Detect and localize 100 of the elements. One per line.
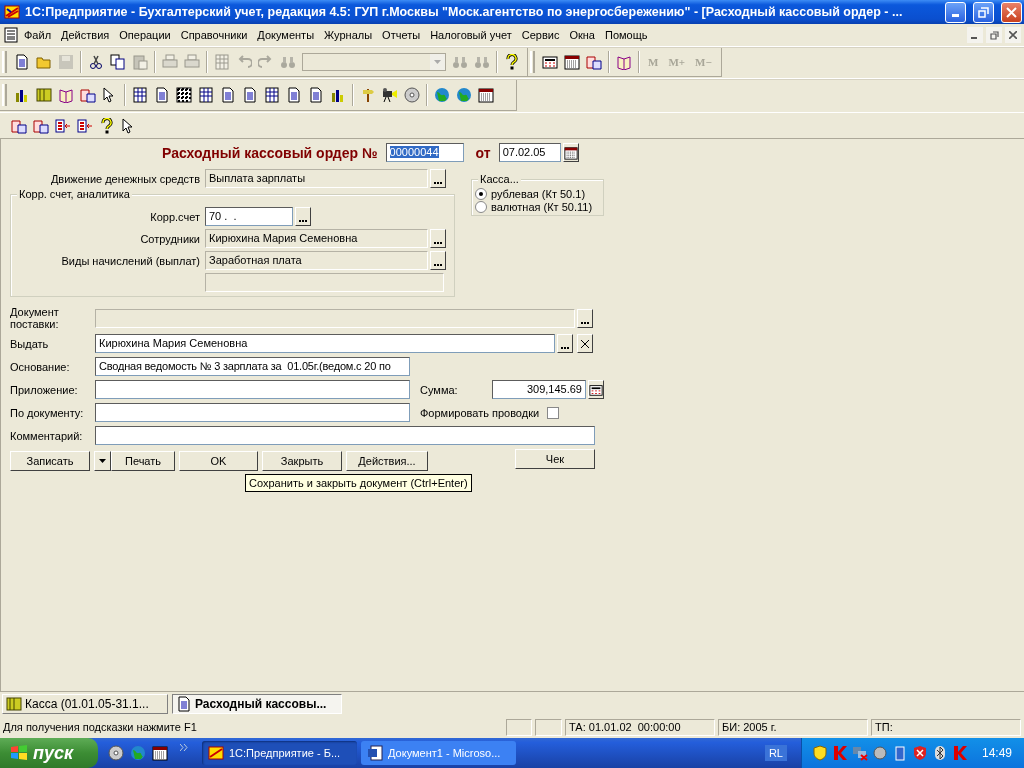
calculator-button[interactable] — [588, 380, 604, 399]
table-icon[interactable] — [264, 87, 280, 103]
document-icon[interactable] — [11, 117, 27, 134]
browser-icon[interactable] — [130, 745, 146, 761]
radio-button[interactable] — [475, 201, 487, 213]
menu-item[interactable]: Окна — [564, 27, 600, 43]
table-icon[interactable] — [198, 87, 214, 103]
menu-item[interactable]: Файл — [19, 27, 57, 43]
menu-item[interactable]: Документы — [252, 27, 320, 43]
cross-icon — [581, 339, 589, 348]
new-document-icon[interactable] — [14, 54, 30, 70]
clear-button[interactable] — [577, 334, 593, 353]
grid-icon[interactable] — [176, 87, 192, 103]
restore-button[interactable] — [986, 27, 1002, 43]
select-button[interactable] — [557, 334, 573, 353]
menu-item[interactable]: Помощь — [599, 27, 653, 43]
select-button[interactable] — [577, 308, 593, 328]
minimize-button[interactable] — [967, 27, 983, 43]
document-icon[interactable] — [286, 87, 302, 103]
basis-field[interactable]: Сводная ведомость № 3 зарплата за 01.05г.(ведом.с 20 по — [95, 357, 410, 376]
word-document-icon — [367, 745, 383, 761]
book-icon[interactable] — [616, 54, 632, 70]
menu-item[interactable]: Налоговый учет — [425, 27, 517, 43]
menu-item[interactable]: Сервис — [516, 27, 565, 43]
copy-icon[interactable] — [110, 54, 126, 70]
document-icon[interactable] — [154, 87, 170, 103]
menu-item[interactable]: Журналы — [319, 27, 378, 43]
help-icon[interactable] — [504, 54, 520, 70]
minimize-button[interactable] — [945, 1, 966, 23]
calendar-icon[interactable] — [564, 54, 580, 70]
window-tab[interactable]: Касса (01.01.05-31.1... — [2, 694, 168, 714]
document-icon[interactable] — [33, 117, 49, 134]
form-button[interactable]: Закрыть — [262, 451, 342, 471]
document-icon[interactable] — [80, 87, 96, 103]
menu-item[interactable]: Действия — [56, 27, 115, 43]
list-icon[interactable] — [55, 117, 71, 134]
account-field[interactable]: 70 . . — [205, 207, 293, 226]
taskbar-button[interactable]: Документ1 - Microso... — [361, 741, 516, 765]
chevron-icon[interactable] — [180, 744, 188, 751]
print-button[interactable]: Печать — [111, 451, 175, 471]
calendar-icon[interactable] — [478, 87, 494, 103]
radio-button[interactable] — [475, 188, 487, 200]
calculator-icon[interactable] — [542, 54, 558, 70]
network-icon[interactable] — [851, 745, 868, 761]
document-icon[interactable] — [3, 27, 19, 43]
book-icon[interactable] — [58, 87, 74, 103]
status-hint: Для получения подсказки нажмите F1 — [3, 721, 198, 733]
toolbar-grip[interactable] — [530, 51, 535, 73]
form-button[interactable]: Записать — [10, 451, 90, 471]
document-icon[interactable] — [242, 87, 258, 103]
menu-item[interactable]: Отчеты — [377, 27, 426, 43]
list-icon[interactable] — [77, 117, 93, 134]
document-field[interactable] — [95, 403, 410, 422]
receipt-button[interactable]: Чек — [515, 449, 595, 469]
folder-icon[interactable] — [36, 54, 52, 70]
select-button[interactable] — [430, 251, 446, 270]
document-icon[interactable] — [220, 87, 236, 103]
signpost-icon[interactable] — [360, 87, 376, 103]
attachment-field[interactable] — [95, 380, 410, 399]
language-indicator[interactable]: RL — [764, 745, 787, 761]
speaker-icon[interactable] — [871, 745, 888, 761]
document-icon[interactable] — [308, 87, 324, 103]
recipient-field[interactable]: Кирюхина Мария Семеновна — [95, 334, 555, 353]
toolbar-grip[interactable] — [2, 84, 7, 106]
toolbar-grip[interactable] — [2, 51, 7, 73]
start-button[interactable]: пуск — [0, 738, 98, 768]
checkbox-label: Формировать проводки — [420, 406, 540, 419]
analytics-field[interactable] — [205, 273, 444, 292]
globe-icon[interactable] — [434, 87, 450, 103]
minimize-icon — [952, 13, 959, 17]
shield-icon[interactable] — [811, 745, 828, 761]
comment-field[interactable] — [95, 426, 595, 445]
number-field[interactable]: 00000044 — [385, 143, 464, 162]
menu-item[interactable]: Операции — [114, 27, 176, 43]
ledger-icon[interactable] — [36, 87, 52, 103]
table-icon[interactable] — [132, 87, 148, 103]
form-button[interactable]: Действия... — [346, 451, 428, 471]
camera-icon[interactable] — [382, 87, 398, 103]
select-button[interactable] — [295, 207, 311, 226]
shield-icon[interactable] — [911, 745, 928, 761]
select-button[interactable] — [430, 169, 446, 188]
sum-field[interactable]: 309,145.69 — [492, 380, 586, 399]
dropdown-button[interactable] — [94, 451, 111, 471]
menu-item[interactable]: Справочники — [175, 27, 253, 43]
select-button[interactable] — [430, 229, 446, 248]
field-label: Сотрудники — [139, 232, 201, 245]
globe-icon[interactable] — [456, 87, 472, 103]
close-button[interactable] — [1005, 27, 1021, 43]
disk-icon[interactable] — [404, 87, 420, 103]
window-tab[interactable]: Расходный кассовы... — [172, 694, 342, 714]
taskbar-button[interactable]: 1С:Предприятие - Б... — [202, 741, 357, 765]
scissors-icon[interactable] — [88, 54, 104, 70]
date-field[interactable]: 07.02.05 — [498, 143, 561, 162]
checkbox[interactable] — [547, 406, 560, 419]
close-button[interactable] — [1001, 1, 1022, 23]
form-button[interactable]: OK — [179, 451, 258, 471]
calendar-button[interactable] — [562, 143, 579, 162]
restore-icon — [989, 30, 999, 40]
help-icon[interactable] — [99, 117, 115, 134]
restore-button[interactable] — [973, 1, 994, 23]
